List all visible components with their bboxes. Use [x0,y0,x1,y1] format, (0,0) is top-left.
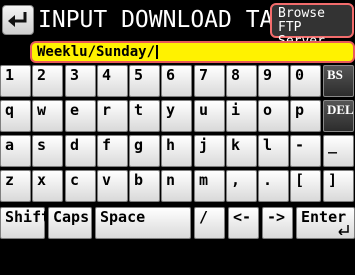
key-row3-4[interactable]: g [129,135,160,167]
screen: INPUT DOWNLOAD TARGET Browse FTP Server … [0,0,355,275]
key-row4-0[interactable]: z [0,170,31,202]
key-row3-5[interactable]: h [161,135,192,167]
on-screen-keyboard: 1 2 3 4 5 6 7 8 9 0 BS q w e r t y u i o p DEL a s d f g h j k l - _z x c v… [0,64,355,275]
browse-label-line1: Browse [278,6,325,21]
cursor-right-key[interactable]: -> [262,207,293,239]
input-value: Weeklu/Sunday/ [37,44,156,60]
text-cursor [156,45,159,59]
key-row1-2[interactable]: 3 [65,65,96,97]
download-target-input[interactable]: Weeklu/Sunday/ [30,41,355,63]
key-row4-6[interactable]: m [194,170,225,202]
key-row3-10[interactable]: _ [323,135,354,167]
enter-key-label: Enter [301,208,347,226]
space-key-label: Space [100,208,146,226]
key-row4-7[interactable]: , [226,170,257,202]
key-row4-10[interactable]: ] [323,170,354,202]
shift-key[interactable]: Shift [0,207,50,239]
key-row3-6[interactable]: j [194,135,225,167]
key-row1-9[interactable]: 0 [290,65,321,97]
key-row3-0[interactable]: a [0,135,31,167]
key-row2-3[interactable]: r [97,100,128,132]
cursor-right-key-label: -> [267,208,286,226]
key-row2-0[interactable]: q [0,100,31,132]
key-row4-9[interactable]: [ [290,170,321,202]
input-value-wrap: Weeklu/Sunday/ [37,43,159,61]
return-arrow-icon [8,12,27,27]
key-row1-3[interactable]: 4 [97,65,128,97]
key-row1-7[interactable]: 8 [226,65,257,97]
key-row2-1[interactable]: w [32,100,63,132]
key-row3-3[interactable]: f [97,135,128,167]
key-row2-2[interactable]: e [65,100,96,132]
back-button[interactable] [2,5,34,35]
key-row2-8[interactable]: o [258,100,289,132]
key-row1-0[interactable]: 1 [0,65,31,97]
caps-key-label: Caps [53,208,90,226]
key-row2-9[interactable]: p [290,100,321,132]
key-row2-5[interactable]: y [161,100,192,132]
key-row3-2[interactable]: d [65,135,96,167]
key-row3-1[interactable]: s [32,135,63,167]
key-row3-8[interactable]: l [258,135,289,167]
key-row4-4[interactable]: b [129,170,160,202]
enter-arrow-icon [338,225,349,235]
key-row4-3[interactable]: v [97,170,128,202]
shift-key-label: Shift [5,208,51,226]
cursor-left-key[interactable]: <- [228,207,259,239]
key-row2-7[interactable]: i [226,100,257,132]
key-row4-1[interactable]: x [32,170,63,202]
browse-ftp-server-button[interactable]: Browse FTP Server [270,3,354,49]
key-row3-7[interactable]: k [226,135,257,167]
enter-key[interactable]: Enter [296,207,355,239]
caps-key[interactable]: Caps [48,207,92,239]
key-row4-2[interactable]: c [65,170,96,202]
key-row4-8[interactable]: . [258,170,289,202]
key-row1-5[interactable]: 6 [161,65,192,97]
space-key[interactable]: Space [95,207,191,239]
key-row3-9[interactable]: - [290,135,321,167]
key-row2-10[interactable]: DEL [323,100,354,132]
key-row1-4[interactable]: 5 [129,65,160,97]
key-row2-6[interactable]: u [194,100,225,132]
key-row1-6[interactable]: 7 [194,65,225,97]
key-slash-label: / [199,208,209,226]
key-row4-5[interactable]: n [161,170,192,202]
key-row1-8[interactable]: 9 [258,65,289,97]
key-row1-10[interactable]: BS [323,65,354,97]
cursor-left-key-label: <- [233,208,252,226]
key-slash[interactable]: / [194,207,225,239]
key-row1-1[interactable]: 2 [32,65,63,97]
key-row2-4[interactable]: t [129,100,160,132]
title-bar: INPUT DOWNLOAD TARGET Browse FTP Server [0,0,355,49]
